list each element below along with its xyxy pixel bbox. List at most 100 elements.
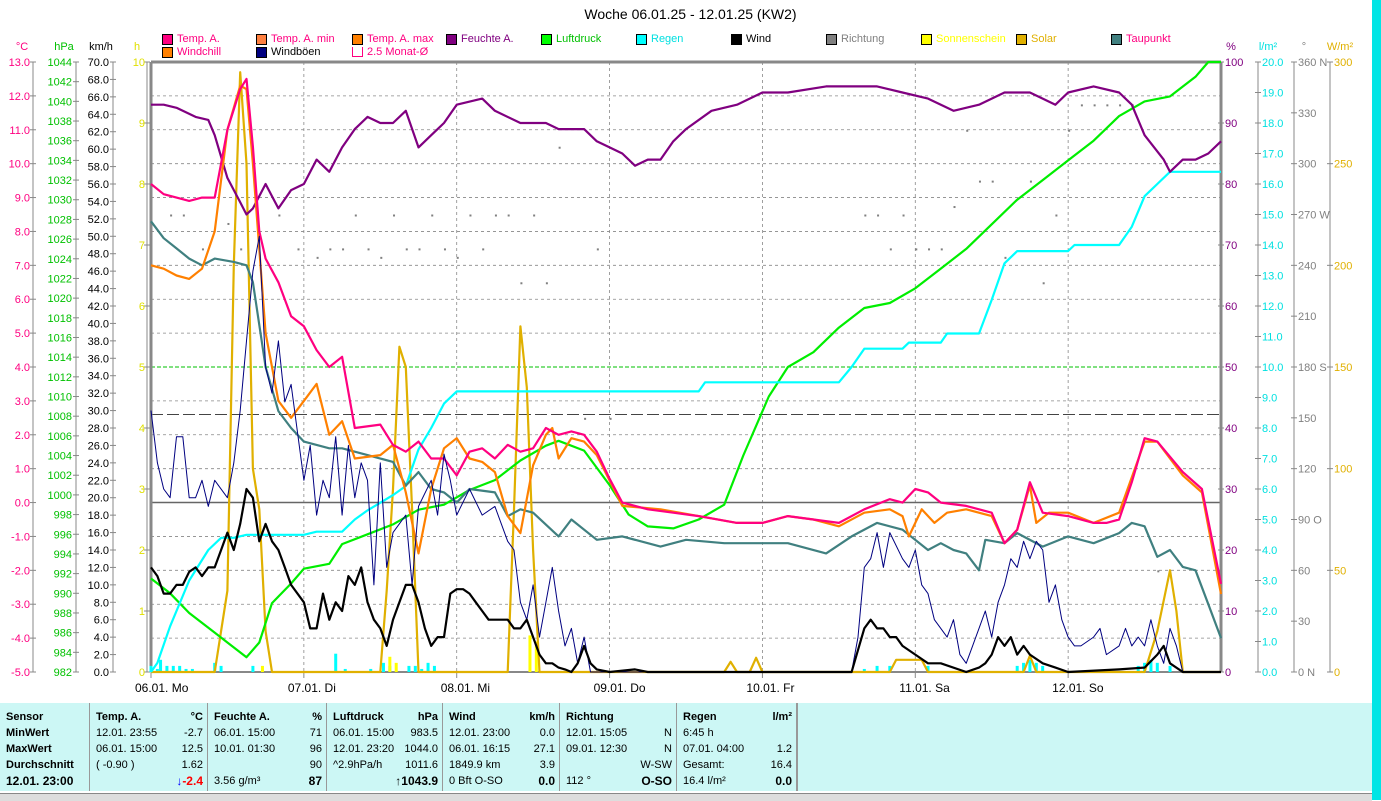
legend-swatch	[731, 33, 742, 45]
direction-point	[953, 206, 956, 209]
axis-tick-label-humidity: 70	[1225, 240, 1237, 252]
axis-tick-label-rain: 9.0	[1262, 393, 1277, 405]
legend-item: Windböen	[256, 46, 321, 58]
axis-tick-label-rain: 2.0	[1262, 606, 1277, 618]
stats-value: -2.7	[184, 727, 203, 739]
rain-bar	[334, 653, 338, 672]
legend-item: Luftdruck	[541, 33, 601, 45]
background-window-edge	[1372, 0, 1381, 800]
direction-point	[966, 129, 969, 132]
axis-tick-label-wind: 56.0	[88, 179, 109, 191]
stats-cell: ( -0.90 )	[96, 759, 135, 771]
stats-cell: 3.56 g/m³	[214, 775, 261, 787]
direction-point	[405, 248, 408, 251]
axis-tick-label-wind: 42.0	[88, 301, 109, 313]
direction-point	[558, 146, 561, 149]
axis-tick-label-wind: 16.0	[88, 528, 109, 540]
stats-cell: 112 °	[566, 775, 591, 787]
direction-point	[329, 248, 332, 251]
axis-tick-label-rain: 8.0	[1262, 423, 1277, 435]
axis-tick-label-direction: 360 N	[1298, 57, 1327, 69]
axis-tick-label-sun: 5	[139, 362, 145, 374]
direction-point	[278, 214, 281, 217]
axis-tick-label-humidity: 20	[1225, 545, 1237, 557]
stats-label: MaxWert	[6, 743, 52, 755]
rain-bar	[1155, 662, 1159, 672]
axis-tick-label-temp: 3.0	[15, 396, 30, 408]
axis-tick-label-direction: 0 N	[1298, 667, 1315, 679]
legend-swatch	[921, 33, 932, 45]
axis-tick-label-temp: -4.0	[11, 633, 30, 645]
axis-tick-label-direction: 270 W	[1298, 210, 1330, 222]
legend-label: Feuchte A.	[461, 33, 514, 45]
trend-down-icon: ↓	[176, 774, 183, 788]
direction-point	[1042, 282, 1045, 285]
stats-row: ↑1043.9	[333, 773, 438, 789]
axis-unit-rain: l/m²	[1259, 41, 1278, 53]
stats-cell: Luftdruck	[333, 711, 384, 723]
axis-tick-label-pressure: 986	[54, 628, 72, 640]
axis-tick-label-pressure: 1014	[48, 352, 72, 364]
stats-header: Sensor	[6, 711, 44, 723]
axis-tick-label-direction: 240	[1298, 260, 1316, 272]
axis-tick-label-sun: 9	[139, 118, 145, 130]
axis-tick-label-direction: 90 O	[1298, 515, 1322, 527]
legend-label: Temp. A. max	[367, 33, 434, 45]
direction-point	[380, 256, 383, 259]
stats-row: 1849.9 km 3.9	[449, 757, 555, 773]
axis-tick-label-pressure: 996	[54, 529, 72, 541]
stats-row: 12.01. 23:55 -2.7	[96, 725, 203, 741]
series-luftdruck	[150, 60, 1221, 659]
axis-tick-label-sun: 1	[139, 606, 145, 618]
axis-tick-label-sun: 3	[139, 484, 145, 496]
axis-tick-label-sun: 8	[139, 179, 145, 191]
legend-swatch	[352, 33, 363, 45]
direction-point	[584, 417, 587, 420]
legend-item: Wind	[731, 33, 771, 45]
direction-point	[940, 248, 943, 251]
axis-tick-label-wind: 6.0	[94, 615, 109, 627]
legend-swatch	[162, 33, 173, 45]
stats-value: N	[664, 743, 672, 755]
axis-tick-label-humidity: 10	[1225, 606, 1237, 618]
legend-swatch	[256, 46, 267, 58]
axis-tick-label-pressure: 1026	[48, 234, 72, 246]
legend-item: Solar	[1016, 33, 1057, 45]
stats-value: 1044.0	[404, 743, 438, 755]
axis-tick-label-humidity: 90	[1225, 118, 1237, 130]
direction-point	[545, 282, 548, 285]
axis-tick-label-pressure: 998	[54, 510, 72, 522]
axis-unit-humidity: %	[1226, 41, 1236, 53]
axis-tick-label-temp: 7.0	[15, 260, 30, 272]
axis-tick-label-temp: 12.0	[9, 91, 30, 103]
axis-tick-label-rain: 10.0	[1262, 362, 1283, 374]
axis-tick-label-pressure: 1042	[48, 77, 72, 89]
axis-tick-label-direction: 60	[1298, 565, 1310, 577]
rain-bar	[413, 665, 417, 672]
x-tick-label: 07.01. Di	[288, 681, 336, 695]
stats-header: Wind km/h	[449, 709, 555, 725]
x-tick-label: 06.01. Mo	[135, 681, 189, 695]
axis-tick-label-rain: 18.0	[1262, 118, 1283, 130]
stats-cell: Gesamt:	[683, 759, 725, 771]
stats-value: 0.0	[538, 774, 555, 788]
axis-tick-label-wind: 34.0	[88, 371, 109, 383]
x-tick-label: 11.01. Sa	[899, 681, 950, 695]
stats-value: %	[312, 711, 322, 723]
sunshine-bar	[394, 662, 398, 672]
axis-tick-label-pressure: 1032	[48, 175, 72, 187]
legend-swatch	[352, 47, 363, 57]
legend-item: Temp. A. min	[256, 33, 335, 45]
legend-label: Temp. A.	[177, 33, 220, 45]
axis-tick-label-humidity: 30	[1225, 484, 1237, 496]
stats-value: 87	[308, 774, 322, 788]
axis-tick-label-rain: 19.0	[1262, 88, 1283, 100]
legend-swatch	[826, 33, 837, 45]
axis-tick-label-sun: 10	[133, 57, 145, 69]
direction-point	[170, 214, 173, 217]
direction-point	[902, 214, 905, 217]
axis-tick-label-wind: 64.0	[88, 109, 109, 121]
series-wind	[150, 487, 1221, 674]
axis-tick-label-pressure: 1040	[48, 96, 72, 108]
direction-point	[609, 417, 612, 420]
